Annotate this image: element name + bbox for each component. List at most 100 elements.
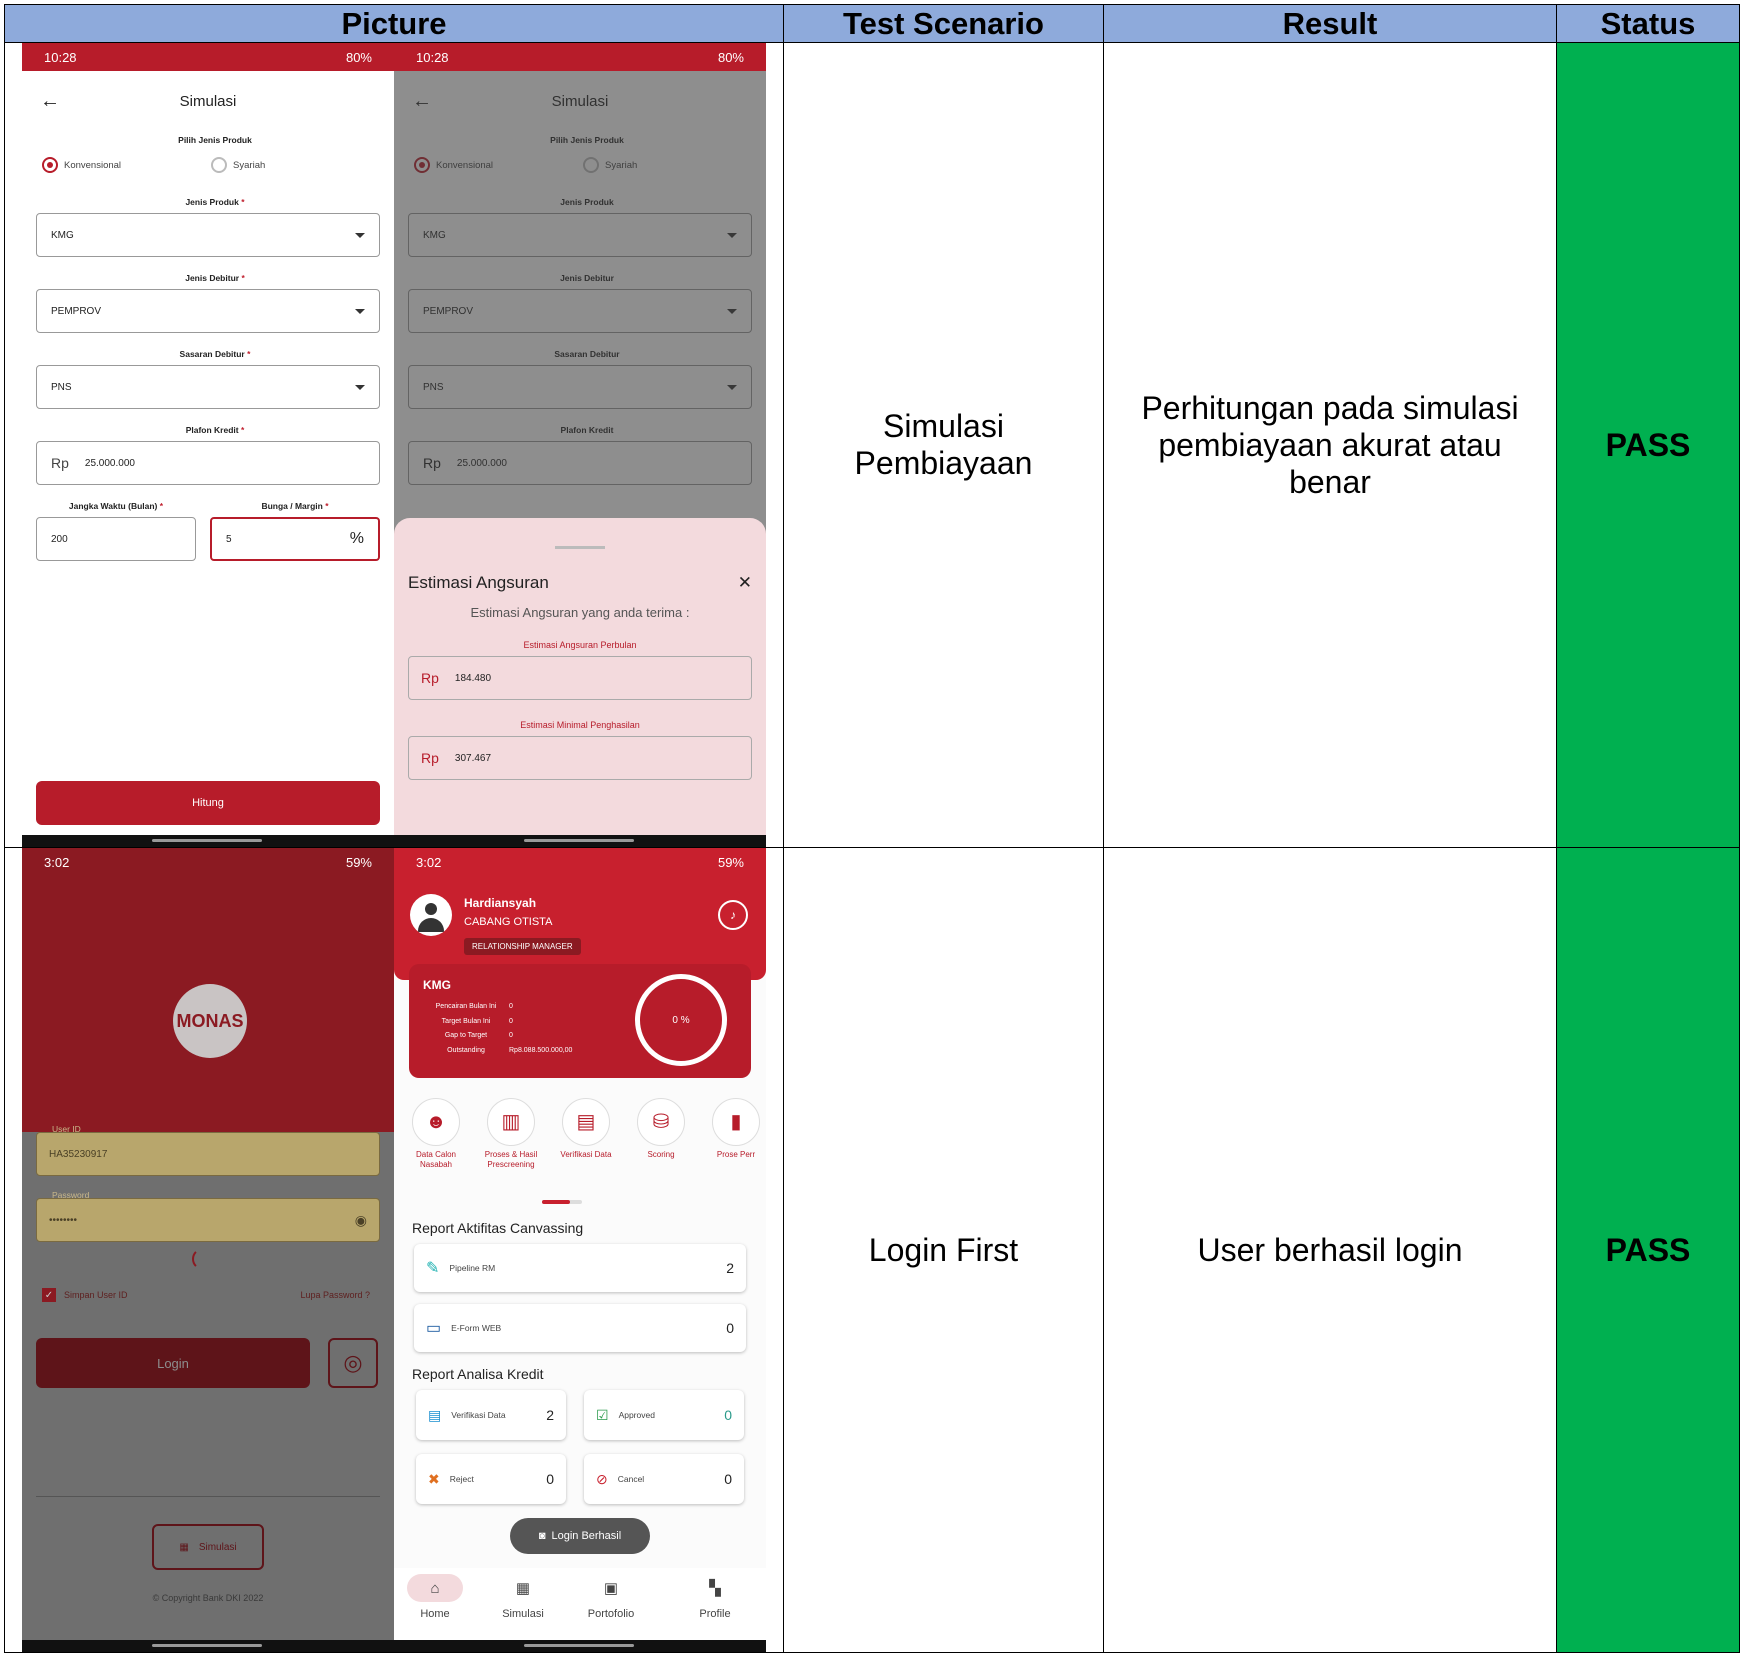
phone-home: 3:02 59% Hardiansyah CABANG OTISTA RELATI… <box>394 848 766 1652</box>
back-arrow-icon[interactable]: ← <box>40 90 60 113</box>
status-time: 10:28 <box>44 49 77 65</box>
forgot-password-link[interactable]: Lupa Password ? <box>300 1290 370 1300</box>
menu-item[interactable]: ▮ Prose Perr <box>704 1098 766 1160</box>
menu-label: Verifikasi Data <box>560 1150 612 1159</box>
result-cell: Perhitungan pada simulasi pembiayaan aku… <box>1103 42 1557 848</box>
role-badge: RELATIONSHIP MANAGER <box>464 938 581 955</box>
hitung-button[interactable]: Hitung <box>36 781 380 825</box>
verifikasi-card[interactable]: ▤ Verifikasi Data 2 <box>416 1390 566 1440</box>
toast-text: Login Berhasil <box>551 1530 622 1542</box>
plafon-input[interactable]: Rp 25.000.000 <box>36 441 380 485</box>
divider <box>36 1496 380 1497</box>
app-icon: ◙ <box>538 1530 546 1542</box>
person-icon: ☻ <box>412 1098 460 1146</box>
menu-label: Prose Perr <box>716 1150 756 1159</box>
header-picture: Picture <box>4 4 784 43</box>
avatar-icon[interactable] <box>410 894 452 936</box>
perbulan-label: Estimasi Angsuran Perbulan <box>523 640 637 650</box>
app-header: ← Simulasi <box>22 71 394 131</box>
menu-item[interactable]: ☻ Data Calon Nasabah <box>404 1098 468 1170</box>
scenario-cell: Login First <box>783 847 1104 1653</box>
status-bar: 3:02 59% <box>394 848 766 876</box>
close-icon[interactable]: ✕ <box>738 573 752 593</box>
kmg-title: KMG <box>423 978 451 992</box>
card-count: 2 <box>726 1260 734 1276</box>
required-mark: * <box>325 501 329 511</box>
browser-icon: ▭ <box>426 1320 442 1337</box>
password-input[interactable]: •••••••• ◉ <box>36 1198 380 1242</box>
bell-icon[interactable]: ♪ <box>718 900 748 930</box>
simulasi-button[interactable]: ▦ Simulasi <box>152 1524 264 1570</box>
home-icon: ⌂ <box>407 1574 463 1602</box>
menu-item[interactable]: ⛁ Scoring <box>629 1098 693 1160</box>
input-value: HA35230917 <box>49 1148 108 1160</box>
nav-label: Home <box>420 1608 450 1620</box>
label-text: Jenis Debitur <box>185 273 240 283</box>
page-title: Simulasi <box>179 92 237 110</box>
header-scenario: Test Scenario <box>783 4 1104 43</box>
screenshots: 10:28 80% ← Simulasi Pilih Jenis Produk Ko… <box>22 43 766 847</box>
pipeline-icon: ✎ <box>426 1260 440 1277</box>
jenis-debitur-select[interactable]: PEMPROV <box>36 289 380 333</box>
menu-item[interactable]: ▥ Proses & Hasil Prescreening <box>479 1098 543 1170</box>
progress-ring: 0 % <box>635 974 727 1066</box>
field-value: 184.480 <box>454 672 492 684</box>
card-count: 0 <box>724 1407 732 1423</box>
result-cell: User berhasil login <box>1103 847 1557 1653</box>
bunga-group: Bunga / Margin * 5% <box>196 501 380 561</box>
sheet-description: Estimasi Angsuran yang anda terima : <box>470 605 690 620</box>
menu-item[interactable]: ▤ Verifikasi Data <box>554 1098 618 1160</box>
sheet-title: Estimasi Angsuran <box>408 573 549 592</box>
approved-card[interactable]: ☑ Approved 0 <box>584 1390 744 1440</box>
test-report-table: Picture Test Scenario Result Status 10:2… <box>4 4 1740 1653</box>
drag-handle[interactable] <box>555 546 605 549</box>
kmg-summary-card[interactable]: KMG Pencairan Bulan Ini 0 Target Bulan Ini… <box>409 964 751 1078</box>
nav-portofolio[interactable]: ▣ Portofolio <box>566 1568 656 1620</box>
login-button[interactable]: Login <box>36 1338 310 1388</box>
jenis-produk-select[interactable]: KMG <box>36 213 380 257</box>
currency-prefix: Rp <box>51 455 69 471</box>
menu-label: Proses & Hasil Prescreening <box>484 1150 538 1169</box>
bunga-input[interactable]: 5% <box>210 517 380 561</box>
card-count: 0 <box>726 1320 734 1336</box>
gesture-bar <box>394 835 766 847</box>
loading-spinner-icon <box>192 1248 214 1270</box>
select-value: PEMPROV <box>51 305 102 317</box>
caret-down-icon <box>355 308 365 314</box>
nav-simulasi[interactable]: ▦ Simulasi <box>478 1568 568 1620</box>
stat-value: Rp8.088.500.000,00 <box>509 1046 573 1054</box>
caret-down-icon <box>355 232 365 238</box>
reject-card[interactable]: ✖ Reject 0 <box>416 1454 566 1504</box>
nav-profile[interactable]: ▚ Profile <box>670 1568 760 1620</box>
userid-input[interactable]: HA35230917 <box>36 1132 380 1176</box>
sasaran-select[interactable]: PNS <box>36 365 380 409</box>
stat-label: Outstanding <box>447 1046 485 1054</box>
card-label: E-Form WEB <box>451 1323 502 1333</box>
stat-value: 0 <box>509 1003 513 1010</box>
remember-checkbox[interactable]: ✓ Simpan User ID <box>42 1288 128 1302</box>
eye-icon[interactable]: ◉ <box>355 1212 367 1229</box>
kmg-stat-row: Outstanding Rp8.088.500.000,00 <box>423 1044 572 1059</box>
card-label: Approved <box>618 1410 655 1420</box>
fingerprint-icon[interactable]: ◎ <box>328 1338 378 1388</box>
kmg-stat-row: Gap to Target 0 <box>423 1029 572 1044</box>
nav-label: Portofolio <box>587 1608 635 1620</box>
radio-empty-icon <box>211 157 228 173</box>
kmg-stat-row: Target Bulan Ini 0 <box>423 1015 572 1030</box>
cancel-card[interactable]: ⊘ Cancel 0 <box>584 1454 744 1504</box>
picture-cell: 3:02 59% MONAS User ID HA35230917 Passwor… <box>4 847 784 1653</box>
product-type-radio-group: Konvensional Syariah <box>42 157 394 173</box>
eform-card[interactable]: ▭ E-Form WEB 0 <box>414 1304 746 1352</box>
pipeline-card[interactable]: ✎ Pipeline RM 2 <box>414 1244 746 1292</box>
required-mark: * <box>240 425 245 435</box>
button-label: Simulasi <box>198 1541 237 1553</box>
radio-konvensional[interactable]: Konvensional <box>42 157 121 173</box>
bunga-label: Bunga / Margin * <box>210 501 380 511</box>
jangka-input[interactable]: 200 <box>36 517 196 561</box>
dashboard-icon: ▚ <box>709 1580 721 1597</box>
nav-home[interactable]: ⌂ Home <box>394 1568 480 1620</box>
radio-syariah[interactable]: Syariah <box>211 157 265 173</box>
document-icon: ▤ <box>562 1098 610 1146</box>
input-value: 200 <box>51 533 68 545</box>
kmg-stats: Pencairan Bulan Ini 0 Target Bulan Ini 0 Gap… <box>423 1000 573 1059</box>
